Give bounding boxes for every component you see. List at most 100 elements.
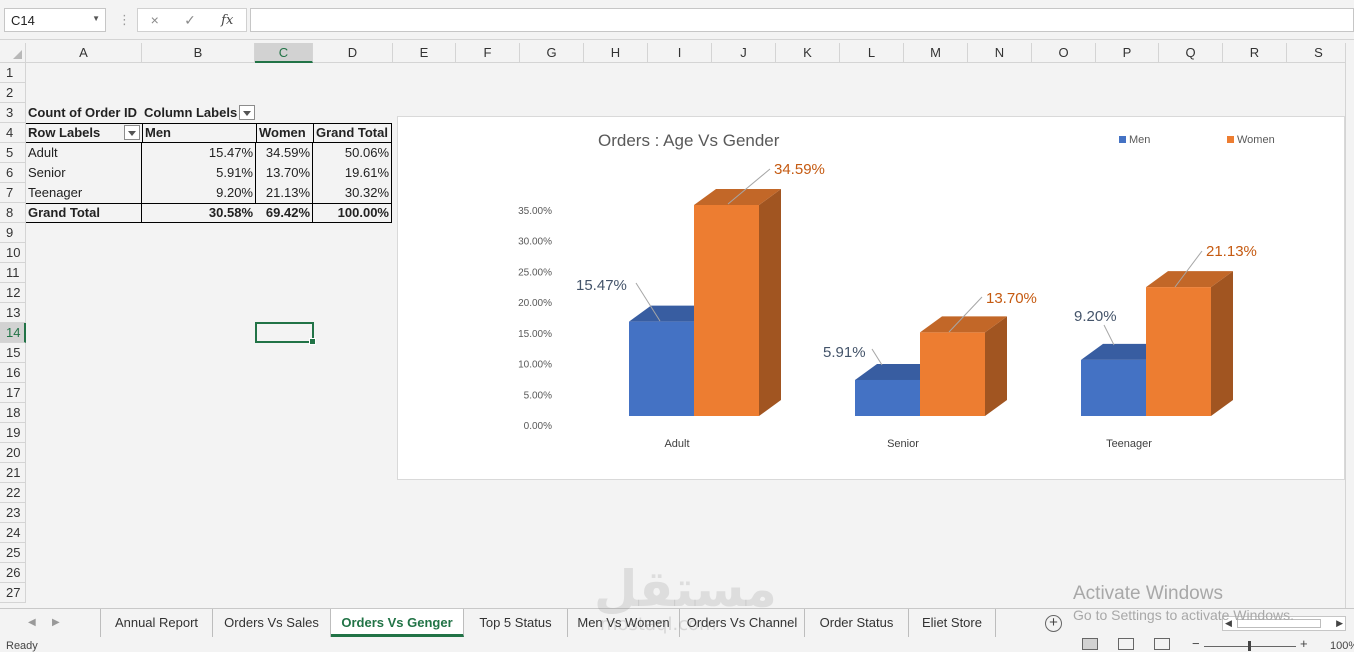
row-header-23[interactable]: 23 (0, 503, 26, 523)
activate-subtitle: Go to Settings to activate Windows. (1073, 607, 1294, 623)
sheet-tab-annual-report[interactable]: Annual Report (101, 609, 213, 637)
sheet-tab-orders-vs-genger[interactable]: Orders Vs Genger (331, 609, 464, 637)
data-label-men-senior: 5.91% (823, 344, 866, 361)
column-header-c[interactable]: C (255, 43, 313, 63)
formula-input[interactable] (250, 8, 1354, 32)
more-options-icon[interactable]: ⋮ (118, 12, 131, 28)
row-header-21[interactable]: 21 (0, 463, 26, 483)
select-all-button[interactable] (0, 43, 26, 63)
column-labels-filter-icon[interactable] (239, 105, 255, 120)
mostaql-watermark-latin: mostaql.com (600, 614, 717, 635)
scroll-right-arrow-icon[interactable]: ▶ (1336, 618, 1343, 629)
column-header-f[interactable]: F (456, 43, 520, 63)
row-header-2[interactable]: 2 (0, 83, 26, 103)
grand-total-row: Grand Total 30.58% 69.42% 100.00% (26, 203, 392, 223)
column-header-h[interactable]: H (584, 43, 648, 63)
row-header-9[interactable]: 9 (0, 223, 26, 243)
page-break-view-icon[interactable] (1154, 638, 1170, 650)
cell-women: 13.70% (265, 165, 310, 180)
row-header-25[interactable]: 25 (0, 543, 26, 563)
column-header-i[interactable]: I (648, 43, 712, 63)
row-header-13[interactable]: 13 (0, 303, 26, 323)
x-tick-label-adult: Adult (664, 438, 689, 450)
row-header-4[interactable]: 4 (0, 123, 26, 143)
data-label-women-adult: 34.59% (774, 161, 825, 178)
formula-buttons: × ✓ fx (137, 8, 247, 32)
column-header-m[interactable]: M (904, 43, 968, 63)
row-header-20[interactable]: 20 (0, 443, 26, 463)
column-header-d[interactable]: D (313, 43, 393, 63)
row-labels-filter-icon[interactable] (124, 125, 140, 140)
row-label-adult: Adult (28, 145, 58, 160)
scroll-left-icon[interactable]: ◀ (28, 617, 36, 628)
bar-men-senior (855, 379, 920, 416)
row-header-12[interactable]: 12 (0, 283, 26, 303)
zoom-in-icon[interactable]: + (1300, 636, 1308, 651)
column-header-g[interactable]: G (520, 43, 584, 63)
row-header-1[interactable]: 1 (0, 63, 26, 83)
row-header-14[interactable]: 14 (0, 323, 26, 343)
row-header-27[interactable]: 27 (0, 583, 26, 603)
page-layout-view-icon[interactable] (1118, 638, 1134, 650)
enter-icon[interactable]: ✓ (184, 12, 196, 29)
sheet-tab-orders-vs-sales[interactable]: Orders Vs Sales (213, 609, 331, 637)
cancel-icon[interactable]: × (151, 12, 159, 28)
column-header-j[interactable]: J (712, 43, 776, 63)
row-header-18[interactable]: 18 (0, 403, 26, 423)
column-header-a[interactable]: A (26, 43, 142, 63)
chevron-down-icon[interactable]: ▼ (92, 14, 100, 23)
zoom-knob[interactable] (1248, 641, 1251, 651)
bar-women-senior (920, 332, 985, 416)
column-header-l[interactable]: L (840, 43, 904, 63)
row-header-26[interactable]: 26 (0, 563, 26, 583)
row-label-teenager: Teenager (28, 185, 83, 200)
cell-men: 15.47% (208, 145, 253, 160)
data-label-men-adult: 15.47% (576, 277, 627, 294)
row-header-24[interactable]: 24 (0, 523, 26, 543)
bar-side-women-senior (985, 316, 1007, 416)
row-header-3[interactable]: 3 (0, 103, 26, 123)
grand-total-label: Grand Total (28, 205, 100, 220)
scroll-right-icon[interactable]: ▶ (52, 617, 60, 628)
selected-cell[interactable] (255, 322, 316, 345)
row-header-6[interactable]: 6 (0, 163, 26, 183)
row-header-11[interactable]: 11 (0, 263, 26, 283)
column-header-b[interactable]: B (142, 43, 255, 63)
row-header-5[interactable]: 5 (0, 143, 26, 163)
x-tick-label-teenager: Teenager (1106, 438, 1152, 450)
vertical-scrollbar[interactable] (1345, 43, 1354, 608)
bar-men-adult (629, 321, 694, 416)
row-header-19[interactable]: 19 (0, 423, 26, 443)
pivot-header-women: Women (256, 123, 313, 143)
grand-total-men: 30.58% (208, 205, 253, 220)
chart-area[interactable]: Orders : Age Vs Gender Men Women 0.00% 5.00%… (397, 116, 1345, 480)
column-header-s[interactable]: S (1287, 43, 1351, 63)
column-header-p[interactable]: P (1096, 43, 1159, 63)
column-header-n[interactable]: N (968, 43, 1032, 63)
row-header-17[interactable]: 17 (0, 383, 26, 403)
row-header-10[interactable]: 10 (0, 243, 26, 263)
zoom-level[interactable]: 100% (1330, 640, 1354, 652)
row-header-7[interactable]: 7 (0, 183, 26, 203)
sheet-tab-top-5-status[interactable]: Top 5 Status (464, 609, 568, 637)
row-header-15[interactable]: 15 (0, 343, 26, 363)
column-header-e[interactable]: E (393, 43, 456, 63)
add-sheet-icon[interactable]: + (1045, 615, 1062, 632)
name-box[interactable]: C14 ▼ (4, 8, 106, 32)
normal-view-icon[interactable] (1082, 638, 1098, 650)
sheet-tab-order-status[interactable]: Order Status (805, 609, 909, 637)
column-header-r[interactable]: R (1223, 43, 1287, 63)
row-header-8[interactable]: 8 (0, 203, 26, 223)
column-header-o[interactable]: O (1032, 43, 1096, 63)
name-box-value: C14 (11, 13, 35, 28)
y-tick-label: 5.00% (524, 390, 552, 401)
column-header-k[interactable]: K (776, 43, 840, 63)
sheet-tab-eliet-store[interactable]: Eliet Store (909, 609, 996, 637)
column-header-q[interactable]: Q (1159, 43, 1223, 63)
bar-chart: Orders : Age Vs Gender Men Women 0.00% 5.00%… (518, 131, 1275, 450)
zoom-out-icon[interactable]: − (1192, 636, 1200, 651)
row-header-22[interactable]: 22 (0, 483, 26, 503)
insert-function-icon[interactable]: fx (221, 13, 233, 28)
legend-label-women: Women (1237, 134, 1275, 146)
row-header-16[interactable]: 16 (0, 363, 26, 383)
